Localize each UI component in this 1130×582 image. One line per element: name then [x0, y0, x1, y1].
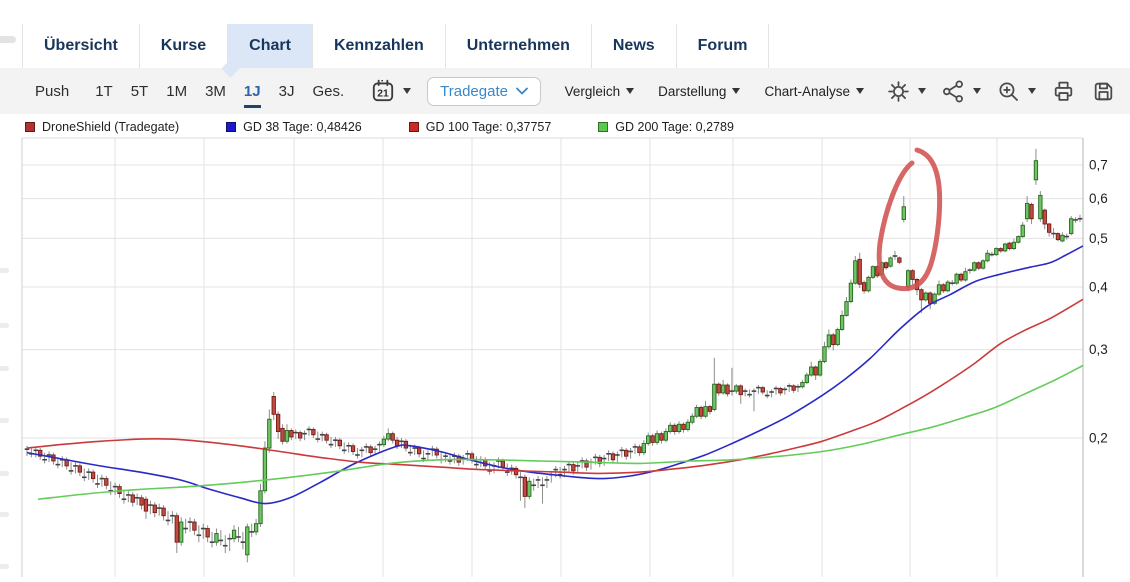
y-axis-tick-label: 0,4: [1089, 279, 1108, 294]
gridlines: [22, 138, 1083, 577]
tab-chart[interactable]: Chart: [228, 24, 313, 68]
gear-icon: [886, 79, 911, 104]
left-edge-artifact: [0, 36, 16, 43]
chevron-down-icon: [403, 88, 411, 94]
chevron-down-icon: [516, 87, 528, 95]
calendar-day-label: 21: [377, 88, 389, 99]
range-1j[interactable]: 1J: [244, 83, 261, 100]
exchange-selector-label: Tradegate: [440, 83, 508, 100]
y-axis-tick-label: 0,2: [1089, 431, 1108, 446]
tab-bersicht[interactable]: Übersicht: [23, 24, 140, 68]
y-axis-tick-label: 0,6: [1089, 191, 1108, 206]
toolbar-menus: Vergleich Darstellung Chart-Analyse: [565, 84, 864, 99]
save-icon: [1091, 79, 1116, 104]
chart-area: 0,7 0,6 0,5 0,4 0,3 0,2: [0, 130, 1130, 577]
ma-line-gd-100-tage: [27, 299, 1083, 473]
calendar-button[interactable]: 21: [370, 78, 411, 104]
ma-line-gd-38-tage: [27, 246, 1083, 504]
candlesticks: [25, 161, 1083, 555]
range-label: 5T: [131, 83, 149, 105]
page: { "nav": { "tabs": [ {"label": "Übersich…: [0, 0, 1130, 577]
calendar-icon: 21: [370, 78, 396, 104]
exchange-selector-button[interactable]: Tradegate: [427, 77, 541, 106]
range-label: 1M: [166, 83, 187, 105]
chart-toolbar: Push 1T 5T 1M 3M 1J 3J Ges. 21 Tradegate Vergl…: [0, 68, 1130, 115]
indicator-nodes-icon: [941, 79, 966, 104]
range-label: 1T: [95, 83, 113, 105]
chevron-down-icon: [973, 88, 981, 94]
tab-forum[interactable]: Forum: [677, 24, 770, 68]
price-chart[interactable]: 0,7 0,6 0,5 0,4 0,3 0,2: [0, 130, 1130, 577]
settings-button[interactable]: [886, 79, 926, 104]
plot-border: [22, 138, 1083, 577]
range-3m[interactable]: 3M: [205, 83, 226, 100]
tab-kennzahlen[interactable]: Kennzahlen: [313, 24, 446, 68]
tab-bar: ÜbersichtKurseChartKennzahlenUnternehmen…: [22, 24, 769, 68]
chevron-down-icon: [918, 88, 926, 94]
y-axis-tick-label: 0,3: [1089, 342, 1108, 357]
toolbar-icon-buttons: [886, 79, 1116, 104]
range-label: 1J: [244, 83, 261, 108]
printer-icon: [1051, 79, 1076, 104]
menu-label: Vergleich: [565, 84, 621, 99]
menu-vergleich[interactable]: Vergleich: [565, 84, 635, 99]
range-label: Ges.: [312, 83, 344, 105]
y-axis-tick-label: 0,5: [1089, 231, 1108, 246]
menu-darstellung[interactable]: Darstellung: [658, 84, 740, 99]
range-1t[interactable]: 1T: [95, 83, 113, 100]
tab-kurse[interactable]: Kurse: [140, 24, 228, 68]
tab-unternehmen[interactable]: Unternehmen: [446, 24, 592, 68]
range-5t[interactable]: 5T: [131, 83, 149, 100]
range-label: 3M: [205, 83, 226, 105]
y-axis-labels: 0,7 0,6 0,5 0,4 0,3 0,2: [1089, 158, 1108, 446]
chevron-down-icon: [626, 88, 634, 94]
y-axis-tick-label: 0,7: [1089, 158, 1108, 173]
push-toggle[interactable]: Push: [35, 83, 69, 100]
chevron-down-icon: [732, 88, 740, 94]
left-edge-artifacts: [0, 268, 9, 569]
chevron-down-icon: [856, 88, 864, 94]
print-button[interactable]: [1051, 79, 1076, 104]
zoom-button[interactable]: [996, 79, 1036, 104]
menu-label: Darstellung: [658, 84, 726, 99]
save-button[interactable]: [1091, 79, 1116, 104]
range-label: 3J: [279, 83, 295, 105]
range-ges[interactable]: Ges.: [312, 83, 344, 100]
menu-label: Chart-Analyse: [764, 84, 850, 99]
menu-chart-analyse[interactable]: Chart-Analyse: [764, 84, 864, 99]
range-3j[interactable]: 3J: [279, 83, 295, 100]
candle-wicks: [27, 149, 1080, 563]
zoom-in-icon: [996, 79, 1021, 104]
indicators-button[interactable]: [941, 79, 981, 104]
tab-news[interactable]: News: [592, 24, 677, 68]
range-1m[interactable]: 1M: [166, 83, 187, 100]
chevron-down-icon: [1028, 88, 1036, 94]
range-selector: 1T 5T 1M 3M 1J 3J Ges.: [77, 83, 344, 100]
